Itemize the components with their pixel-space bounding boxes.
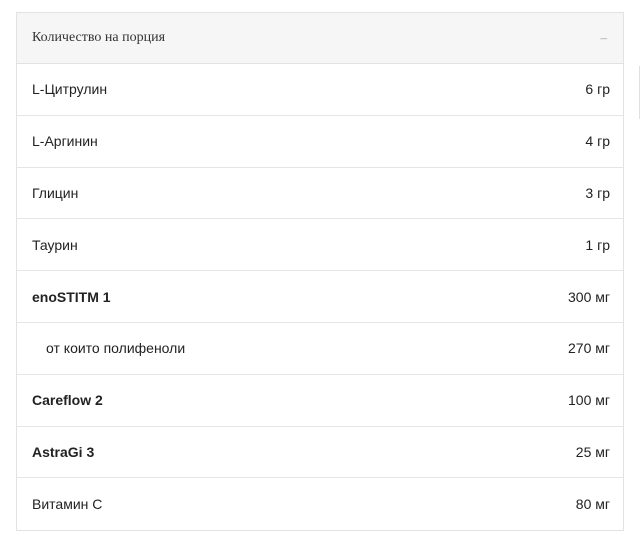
ingredient-name: L-Аргинин <box>32 133 98 150</box>
ingredient-row: L-Аргинин 4 гр <box>17 116 623 168</box>
ingredient-row: Витамин С 80 мг <box>17 478 623 530</box>
ingredient-amount: 100 мг <box>568 392 610 409</box>
ingredient-amount: 80 мг <box>575 496 610 513</box>
ingredient-name: L-Цитрулин <box>32 81 108 98</box>
ingredient-name: Таурин <box>32 236 78 253</box>
scroll-edge-divider <box>639 66 640 119</box>
serving-title: Количество на порция <box>32 30 166 45</box>
ingredient-amount: 300 мг <box>568 288 610 305</box>
ingredient-name: от които полифеноли <box>46 340 186 357</box>
collapse-toggle-icon[interactable]: – <box>601 30 608 46</box>
ingredient-name: enoSTITM 1 <box>32 288 111 305</box>
ingredient-row: Careflow 2 100 мг <box>17 375 623 427</box>
ingredient-name: Витамин С <box>32 496 103 513</box>
ingredient-amount: 25 мг <box>575 443 610 460</box>
ingredient-amount: 270 мг <box>568 340 610 357</box>
ingredient-subrow: от които полифеноли 270 мг <box>17 323 623 375</box>
ingredient-name: Глицин <box>32 184 79 201</box>
accordion-header[interactable]: Количество на порция – <box>17 13 623 64</box>
ingredient-row: AstraGi 3 25 мг <box>17 427 623 479</box>
nutrition-table: Количество на порция – L-Цитрулин 6 гр L… <box>16 12 624 532</box>
ingredient-amount: 1 гр <box>585 236 610 253</box>
ingredient-row: Глицин 3 гр <box>17 168 623 220</box>
ingredient-amount: 6 гр <box>585 81 610 98</box>
ingredient-row: L-Цитрулин 6 гр <box>17 64 623 116</box>
ingredient-name: Careflow 2 <box>32 392 103 409</box>
ingredient-row: enoSTITM 1 300 мг <box>17 271 623 323</box>
ingredient-row: Таурин 1 гр <box>17 219 623 272</box>
ingredient-amount: 3 гр <box>585 184 610 201</box>
ingredient-amount: 4 гр <box>585 133 610 150</box>
ingredient-name: AstraGi 3 <box>32 443 95 460</box>
